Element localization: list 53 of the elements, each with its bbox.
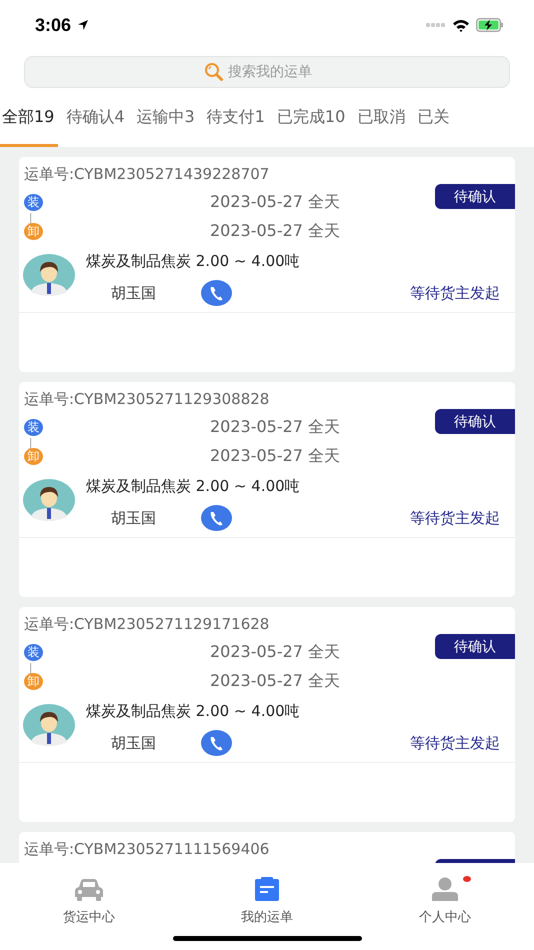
signal-icon xyxy=(426,22,446,28)
filter-tab[interactable]: 已取消 xyxy=(353,90,410,147)
order-number: 运单号:CYBM2305271111569406 xyxy=(23,840,270,859)
tab-bar-item[interactable]: 个人中心 xyxy=(356,863,534,950)
unload-date: 2023-05-27 全天 xyxy=(210,670,340,692)
avatar-icon xyxy=(23,704,75,746)
status-badge: 待确认 xyxy=(435,184,515,209)
filter-tab[interactable]: 待支付1 xyxy=(202,90,269,147)
driver-name: 胡玉国 xyxy=(111,284,157,302)
location-arrow-icon xyxy=(77,19,90,31)
cargo-info: 煤炭及制品焦炭 2.00 ~ 4.00吨 xyxy=(86,477,301,496)
filter-tab[interactable]: 已完成10 xyxy=(272,90,350,147)
unload-badge: 卸 xyxy=(24,222,43,240)
status-badge: 待确认 xyxy=(435,409,515,434)
unload-date: 2023-05-27 全天 xyxy=(210,220,340,242)
load-badge: 装 xyxy=(24,418,43,436)
person-icon xyxy=(432,877,458,901)
search-icon xyxy=(204,62,224,82)
load-date: 2023-05-27 全天 xyxy=(210,192,340,212)
tab-bar-item[interactable]: 货运中心 xyxy=(0,863,178,950)
progress-status: 等待货主发起 xyxy=(410,284,500,302)
search-field[interactable]: 搜索我的运单 xyxy=(226,63,330,81)
driver-name: 胡玉国 xyxy=(111,734,157,752)
phone-icon[interactable] xyxy=(201,280,232,306)
driver-name: 胡玉国 xyxy=(111,508,157,528)
filter-tab[interactable]: 待确认4 xyxy=(62,90,129,147)
filter-tab[interactable]: 已关 xyxy=(413,90,454,147)
filter-tab[interactable]: 运输中3 xyxy=(132,90,199,147)
unload-badge: 卸 xyxy=(24,448,43,464)
document-icon xyxy=(255,877,279,901)
battery-charging-icon xyxy=(476,18,504,32)
cargo-info: 煤炭及制品焦炭 2.00 ~ 4.00吨 xyxy=(86,702,301,721)
cargo-info: 煤炭及制品焦炭 2.00 ~ 4.00吨 xyxy=(86,252,301,271)
progress-status: 等待货主发起 xyxy=(410,734,500,752)
order-number: 运单号:CYBM2305271129308828 xyxy=(23,390,270,409)
unload-date: 2023-05-27 全天 xyxy=(210,446,340,466)
progress-status: 等待货主发起 xyxy=(410,508,500,528)
load-date: 2023-05-27 全天 xyxy=(210,642,340,662)
status-badge: 待确认 xyxy=(435,634,515,659)
phone-icon[interactable] xyxy=(201,505,232,531)
status-time: 3:06 xyxy=(35,14,72,36)
avatar-icon xyxy=(23,254,75,296)
wifi-icon xyxy=(452,18,470,32)
car-icon xyxy=(75,879,103,901)
phone-icon[interactable] xyxy=(201,730,232,756)
load-badge: 装 xyxy=(24,644,43,660)
order-number: 运单号:CYBM2305271129171628 xyxy=(23,615,270,634)
tab-bar-item[interactable]: 我的运单 xyxy=(178,863,356,950)
unload-badge: 卸 xyxy=(24,672,43,690)
order-number: 运单号:CYBM2305271439228707 xyxy=(23,165,270,184)
load-date: 2023-05-27 全天 xyxy=(210,416,340,438)
load-badge: 装 xyxy=(24,194,43,210)
avatar-icon xyxy=(23,479,75,521)
